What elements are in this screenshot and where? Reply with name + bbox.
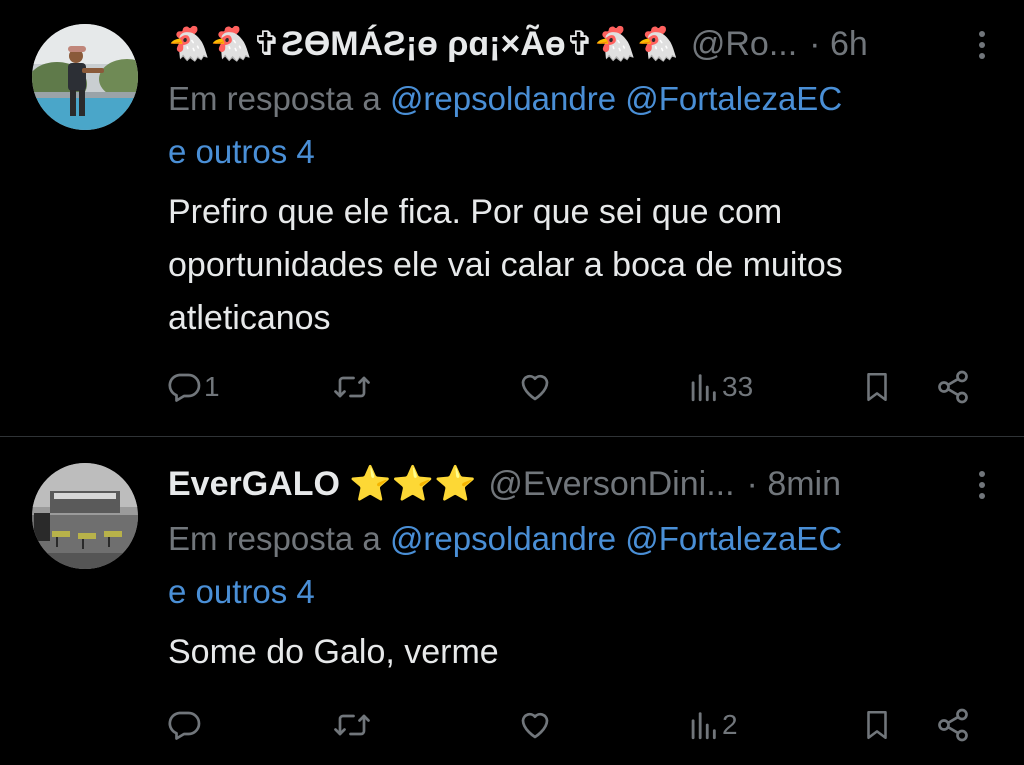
mention-link[interactable]: @repsoldandre [390,520,616,557]
reply-icon [166,369,202,405]
bookmark-button[interactable] [860,362,894,412]
share-button[interactable] [934,362,972,412]
mention-link[interactable]: @FortalezaEC [625,520,842,557]
like-button[interactable] [516,700,556,750]
bookmark-icon [860,707,894,743]
mention-link[interactable]: @FortalezaEC [625,80,842,117]
share-button[interactable] [934,700,972,750]
tweet-actions: 1 33 [160,362,984,412]
retweet-icon [332,369,372,405]
reply-prefix: Em resposta a [168,520,381,557]
like-button[interactable] [516,362,556,412]
share-icon [934,369,972,405]
heart-icon [516,707,554,743]
reply-button[interactable]: 1 [166,362,220,412]
reply-prefix: Em resposta a [168,80,381,117]
user-handle[interactable]: @EversonDini... [488,465,734,504]
reply-context: Em resposta a @repsoldandre @FortalezaEC… [168,72,994,178]
tweet-text: Some do Galo, verme [168,633,499,671]
retweet-button[interactable] [332,700,374,750]
bookmark-icon [860,369,894,405]
avatar[interactable] [32,463,138,569]
tweet[interactable]: 🐔🐔✞ƧƟMÁƧ¡ɵ ρɑ¡×Ãɵ✞🐔🐔 @Ro... · 6h Em resp… [0,0,1024,437]
tweet[interactable]: EverGALO ⭐⭐⭐ @EversonDini... · 8min Em r… [0,437,1024,765]
timestamp[interactable]: · 6h [809,25,868,64]
reply-context: Em resposta a @repsoldandre @FortalezaEC… [168,512,994,618]
share-icon [934,707,972,743]
mention-link[interactable]: @repsoldandre [390,80,616,117]
more-vertical-icon[interactable] [972,28,992,62]
others-link[interactable]: e outros 4 [168,133,315,170]
bookmark-button[interactable] [860,700,894,750]
retweet-icon [332,707,372,743]
views-count: 2 [722,709,738,740]
timestamp[interactable]: · 8min [747,465,841,504]
retweet-button[interactable] [332,362,374,412]
reply-icon [166,707,202,743]
tweet-actions: 2 [160,700,984,750]
display-name[interactable]: EverGALO ⭐⭐⭐ [168,464,476,504]
views-count: 33 [722,371,754,402]
heart-icon [516,369,554,405]
views-button[interactable]: 2 [686,700,738,750]
views-icon [686,707,720,743]
views-icon [686,369,720,405]
user-handle[interactable]: @Ro... [691,25,797,64]
reply-count: 1 [204,371,220,402]
avatar[interactable] [32,24,138,130]
tweet-header: EverGALO ⭐⭐⭐ @EversonDini... · 8min [168,462,985,506]
views-button[interactable]: 33 [686,362,753,412]
reply-button[interactable] [166,700,204,750]
more-vertical-icon[interactable] [972,468,992,502]
tweet-header: 🐔🐔✞ƧƟMÁƧ¡ɵ ρɑ¡×Ãɵ✞🐔🐔 @Ro... · 6h [168,22,985,66]
others-link[interactable]: e outros 4 [168,573,315,610]
display-name[interactable]: 🐔🐔✞ƧƟMÁƧ¡ɵ ρɑ¡×Ãɵ✞🐔🐔 [168,24,679,64]
tweet-text: Prefiro que ele fica. Por que sei que co… [168,193,843,337]
